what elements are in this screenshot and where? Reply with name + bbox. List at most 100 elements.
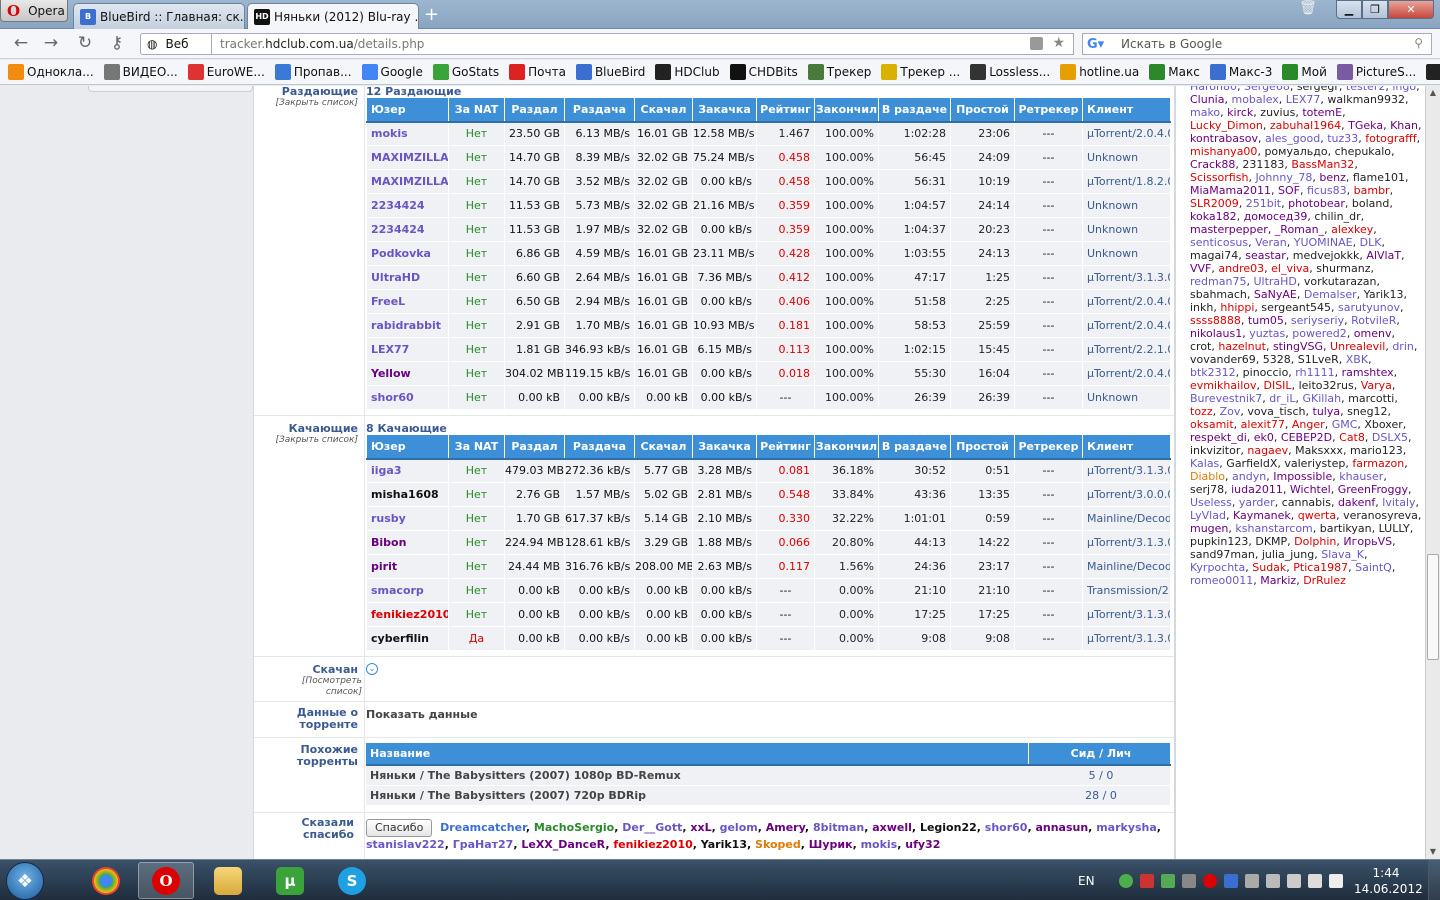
online-user-link[interactable]: walkman9932 <box>1327 93 1405 106</box>
bookmark-item[interactable]: PictureS... <box>1336 64 1416 80</box>
tray-app-icon[interactable] <box>1118 873 1133 888</box>
online-user-link[interactable]: Diablo <box>1190 470 1225 483</box>
close-seeders-link[interactable]: [Закрыть список] <box>254 98 358 109</box>
online-user-link[interactable]: sergegr <box>1297 86 1339 93</box>
online-user-link[interactable]: DSLX5 <box>1372 431 1408 444</box>
online-user-link[interactable]: bambr <box>1354 184 1390 197</box>
online-user-link[interactable]: Maksxxx <box>1295 444 1343 457</box>
online-user-link[interactable]: Anger <box>1292 418 1325 431</box>
column-header[interactable]: Закончил <box>814 434 879 460</box>
online-user-link[interactable]: Lucky_Dimon <box>1190 119 1263 132</box>
online-user-link[interactable]: andyn <box>1232 470 1266 483</box>
online-user-link[interactable]: 251bit <box>1246 197 1281 210</box>
online-user-link[interactable]: senticosus <box>1190 236 1248 249</box>
online-user-link[interactable]: dr_iL <box>1269 392 1295 405</box>
address-field[interactable]: tracker.hdclub.com.ua/details.php ★ <box>212 33 1074 55</box>
column-header[interactable]: Ретрекер <box>1014 97 1083 123</box>
online-user-link[interactable]: Kaymanek <box>1233 509 1291 522</box>
bookmark-item[interactable]: Макс-3 <box>1209 64 1272 80</box>
online-user-link[interactable]: Kalas <box>1190 457 1219 470</box>
online-user-link[interactable]: mako <box>1190 106 1220 119</box>
online-user-link[interactable]: sneg12 <box>1347 405 1387 418</box>
new-tab-icon[interactable]: + <box>424 4 439 25</box>
online-user-link[interactable]: btk2312 <box>1190 366 1236 379</box>
peer-user-link[interactable]: smacorp <box>366 578 449 603</box>
online-user-link[interactable]: Useless <box>1190 496 1232 509</box>
online-user-link[interactable]: sbahmach <box>1190 288 1247 301</box>
close-window-icon[interactable]: ✕ <box>1388 0 1434 19</box>
close-leechers-link[interactable]: [Закрыть список] <box>254 435 358 446</box>
online-user-link[interactable]: Scissorfish <box>1190 171 1248 184</box>
online-user-link[interactable]: DrRulez <box>1303 574 1346 587</box>
online-user-link[interactable]: 5328 <box>1263 353 1291 366</box>
peer-user-link[interactable]: pirit <box>366 554 449 579</box>
online-user-link[interactable]: tozz <box>1190 405 1213 418</box>
bookmark-item[interactable]: Однокла... <box>8 64 94 80</box>
online-user-link[interactable]: chepukalo <box>1335 145 1391 158</box>
online-user-link[interactable]: qwerta <box>1298 509 1336 522</box>
online-user-link[interactable]: ssss8888 <box>1190 314 1241 327</box>
online-user-link[interactable]: vovander69 <box>1190 353 1256 366</box>
online-user-link[interactable]: Unrealevil <box>1330 340 1385 353</box>
online-user-link[interactable]: nikolaus1 <box>1190 327 1242 340</box>
taskbar-utorrent[interactable]: µ <box>262 862 318 899</box>
thanks-user-link[interactable]: Legion22 <box>920 821 977 834</box>
tray-device-icon[interactable] <box>1181 873 1196 888</box>
thanks-user-link[interactable]: gelom <box>720 821 758 834</box>
online-user-link[interactable]: lvitaly <box>1382 496 1415 509</box>
tab-bluebird[interactable]: B BlueBird :: Главная: ск... ✕ <box>73 3 245 29</box>
online-user-link[interactable]: MiaMama2011 <box>1190 184 1271 197</box>
online-user-link[interactable]: DKMP <box>1255 535 1287 548</box>
online-user-link[interactable]: ficus83 <box>1307 184 1347 197</box>
taskbar-explorer[interactable] <box>200 862 256 899</box>
peer-user-link[interactable]: mokis <box>366 121 449 146</box>
forward-icon[interactable]: → <box>40 34 62 52</box>
column-header[interactable]: В раздаче <box>878 97 951 123</box>
online-user-link[interactable]: ромуальдо <box>1264 145 1327 158</box>
bookmark-item[interactable]: HDClub <box>655 64 720 80</box>
online-user-link[interactable]: Xboxer <box>1364 418 1402 431</box>
column-header[interactable]: Скачал <box>634 434 693 460</box>
web-button[interactable]: ◍ Веб <box>140 33 212 55</box>
online-user-link[interactable]: tum05 <box>1248 314 1284 327</box>
online-user-link[interactable]: Crack88 <box>1190 158 1235 171</box>
online-user-link[interactable]: Ptica1987 <box>1293 561 1348 574</box>
online-user-link[interactable]: leito32rus <box>1299 379 1354 392</box>
bookmark-item[interactable]: Часы —... <box>1426 64 1440 80</box>
column-header[interactable]: Раздача <box>564 97 635 123</box>
online-user-link[interactable]: Yarik13 <box>1364 288 1404 301</box>
peer-user-link[interactable]: MAXIMZILLA <box>366 169 449 194</box>
peer-user-link[interactable]: LEX77 <box>366 337 449 362</box>
online-user-link[interactable]: SLR2009 <box>1190 197 1239 210</box>
online-user-link[interactable]: mugen <box>1190 522 1228 535</box>
bookmark-item[interactable]: Пропав... <box>274 64 352 80</box>
bookmark-item[interactable]: Трекер <box>807 64 871 80</box>
column-header[interactable]: Раздал <box>504 434 565 460</box>
online-user-link[interactable]: hhippi <box>1220 301 1254 314</box>
online-user-link[interactable]: el_viva <box>1271 262 1309 275</box>
online-user-link[interactable]: Burevestnik7 <box>1190 392 1262 405</box>
column-header[interactable]: Раздал <box>504 97 565 123</box>
online-user-link[interactable]: Clunia <box>1190 93 1224 106</box>
online-user-link[interactable]: kontrabasov <box>1190 132 1258 145</box>
online-user-link[interactable]: SaNyAE <box>1254 288 1297 301</box>
online-user-link[interactable]: Johnny_78 <box>1255 171 1312 184</box>
online-user-link[interactable]: iuda2011 <box>1231 483 1283 496</box>
online-user-link[interactable]: Cat8 <box>1339 431 1365 444</box>
online-user-link[interactable]: Slava_K <box>1321 548 1364 561</box>
online-user-link[interactable]: mobalex <box>1231 93 1278 106</box>
clock[interactable]: 1:44 14.06.2012 <box>1354 865 1423 897</box>
online-user-link[interactable]: LEX77 <box>1286 93 1321 106</box>
column-header[interactable]: Рейтинг <box>756 434 815 460</box>
online-user-link[interactable]: chilin_dr <box>1314 210 1360 223</box>
peer-user-link[interactable]: MAXIMZILLA <box>366 145 449 170</box>
peer-user-link[interactable]: Bibon <box>366 530 449 555</box>
online-user-link[interactable]: khauser <box>1339 470 1383 483</box>
thanks-user-link[interactable]: Der__Gott <box>622 821 682 834</box>
online-user-link[interactable]: Veran <box>1255 236 1287 249</box>
online-user-link[interactable]: sergeant545 <box>1261 301 1331 314</box>
online-user-link[interactable]: TGeka <box>1348 119 1383 132</box>
online-user-link[interactable]: inkvizitor <box>1190 444 1240 457</box>
online-user-link[interactable]: dakenf <box>1338 496 1375 509</box>
tray-utorrent-icon[interactable] <box>1160 873 1175 888</box>
